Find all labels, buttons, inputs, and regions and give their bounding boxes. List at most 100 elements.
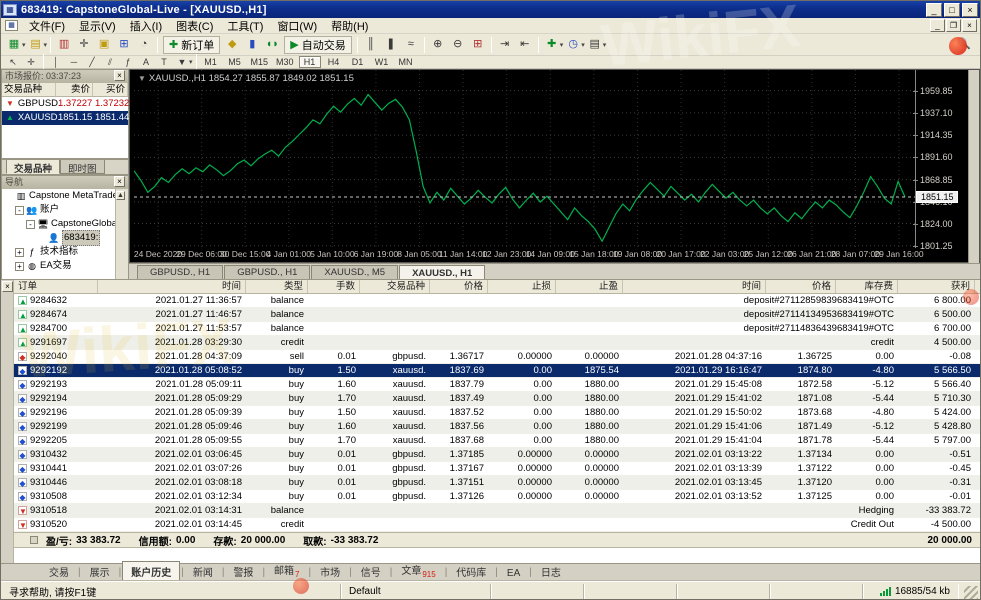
- scroll-up-icon[interactable]: ▲: [116, 191, 125, 200]
- column-header[interactable]: 止盈: [556, 280, 623, 293]
- minimize-button[interactable]: _: [926, 3, 942, 17]
- column-header[interactable]: 订单: [14, 280, 98, 293]
- history-row[interactable]: ▼93105182021.02.01 03:14:31balanceHedgin…: [14, 504, 980, 518]
- line-chart-icon[interactable]: ≈: [402, 36, 420, 53]
- market-watch-tab[interactable]: 交易品种: [6, 160, 60, 174]
- history-row[interactable]: ◆93104322021.02.01 03:06:45buy0.01gbpusd…: [14, 448, 980, 462]
- status-profile[interactable]: Default: [341, 584, 491, 599]
- zoom-out-icon[interactable]: ⊖: [449, 36, 467, 53]
- indicators-dropdown-icon[interactable]: ▾: [560, 41, 564, 49]
- data-window-icon[interactable]: ✛: [75, 36, 93, 53]
- history-row[interactable]: ▲92847002021.01.27 11:53:57balancedeposi…: [14, 322, 980, 336]
- fibonacci-icon[interactable]: ƒ: [120, 56, 136, 68]
- label-tool-icon[interactable]: T: [156, 56, 172, 68]
- chart-plot[interactable]: [134, 70, 919, 248]
- navigator-tree-item[interactable]: 👤683419:: [2, 231, 128, 245]
- periods-dropdown-icon[interactable]: ▾: [581, 41, 585, 49]
- navigator-icon[interactable]: ▣: [95, 36, 113, 53]
- terminal-tab-item[interactable]: EA: [499, 566, 528, 581]
- templates-icon[interactable]: ▤: [586, 36, 604, 53]
- history-row[interactable]: ◆92921942021.01.28 05:09:29buy1.70xauusd…: [14, 392, 980, 406]
- timeframe-button-m30[interactable]: M30: [273, 56, 297, 68]
- vertical-line-icon[interactable]: │: [48, 56, 64, 68]
- timeframe-button-w1[interactable]: W1: [371, 56, 393, 68]
- column-header[interactable]: 库存费: [836, 280, 898, 293]
- timeframe-button-m1[interactable]: M1: [200, 56, 222, 68]
- history-row[interactable]: ◆92921932021.01.28 05:09:11buy1.60xauusd…: [14, 378, 980, 392]
- cursor-icon[interactable]: ↖: [5, 56, 21, 68]
- zoom-in-icon[interactable]: ⊕: [429, 36, 447, 53]
- chart-tab[interactable]: XAUUSD., H1: [399, 265, 485, 280]
- time-axis[interactable]: 24 Dec 202029 Dec 06:0030 Dec 15:004 Jan…: [134, 248, 915, 260]
- navigator-tree-item[interactable]: +ƒ技术指标: [2, 245, 128, 259]
- market-watch-column-header[interactable]: 交易品种: [2, 83, 56, 96]
- navigator-tree-item[interactable]: +◍EA交易: [2, 259, 128, 273]
- arrows-dropdown-icon[interactable]: ▾: [189, 58, 193, 66]
- timeframe-button-mn[interactable]: MN: [395, 56, 417, 68]
- history-row[interactable]: ▲92916972021.01.28 03:29:30creditcredit4…: [14, 336, 980, 350]
- menu-item[interactable]: 图表(C): [169, 19, 220, 35]
- tree-expander-icon[interactable]: +: [15, 262, 24, 271]
- market-watch-icon[interactable]: ▥: [55, 36, 73, 53]
- mdi-restore-button[interactable]: ❐: [946, 19, 961, 32]
- collapse-icon[interactable]: [30, 536, 38, 544]
- publisher-icon[interactable]: ▮: [243, 36, 261, 53]
- history-row[interactable]: ◆92921922021.01.28 05:08:52buy1.50xauusd…: [14, 364, 980, 378]
- menu-item[interactable]: 窗口(W): [270, 19, 324, 35]
- profiles-icon[interactable]: ▤: [27, 36, 45, 53]
- mdi-minimize-button[interactable]: _: [930, 19, 945, 32]
- column-header[interactable]: 类型: [246, 280, 308, 293]
- terminal-tab-item[interactable]: 警报: [225, 562, 261, 581]
- chart-shift-icon[interactable]: ⇤: [516, 36, 534, 53]
- periods-icon[interactable]: ◷: [564, 36, 582, 53]
- column-header[interactable]: 价格: [766, 280, 836, 293]
- market-watch-tab[interactable]: 即时图: [60, 160, 105, 174]
- terminal-tab-item[interactable]: 文章915: [393, 560, 443, 581]
- chart-tab[interactable]: GBPUSD., H1: [137, 265, 223, 279]
- terminal-tab-item[interactable]: 展示: [82, 562, 118, 581]
- search-icon[interactable]: 🔍: [955, 36, 973, 53]
- history-row[interactable]: ◆92921962021.01.28 05:09:39buy1.50xauusd…: [14, 406, 980, 420]
- metaeditor-icon[interactable]: ◆: [223, 36, 241, 53]
- crosshair-icon[interactable]: ✛: [23, 56, 39, 68]
- terminal-tab-item[interactable]: 邮箱7: [266, 560, 307, 581]
- menu-item[interactable]: 帮助(H): [324, 19, 375, 35]
- bar-chart-icon[interactable]: ║: [362, 36, 380, 53]
- navigator-close-icon[interactable]: ×: [114, 176, 125, 187]
- history-row[interactable]: ◆93104412021.02.01 03:07:26buy0.01gbpusd…: [14, 462, 980, 476]
- timeframe-button-h1[interactable]: H1: [299, 56, 321, 68]
- market-watch-row[interactable]: ▼GBPUSD.1.372271.37232: [2, 97, 128, 111]
- navigator-tree-item[interactable]: -👥账户: [2, 203, 128, 217]
- menu-item[interactable]: 工具(T): [220, 19, 270, 35]
- terminal-tab-item[interactable]: 信号: [353, 562, 389, 581]
- candlestick-icon[interactable]: ❚: [382, 36, 400, 53]
- maximize-button[interactable]: □: [944, 3, 960, 17]
- terminal-tab-item[interactable]: 交易: [41, 562, 77, 581]
- terminal-tab-active[interactable]: 账户历史: [122, 561, 180, 581]
- trendline-icon[interactable]: ╱: [84, 56, 100, 68]
- close-button[interactable]: ×: [962, 3, 978, 17]
- alerts-icon[interactable]: ◖◗: [263, 36, 281, 53]
- timeframe-button-d1[interactable]: D1: [347, 56, 369, 68]
- history-row[interactable]: ◆93105082021.02.01 03:12:34buy0.01gbpusd…: [14, 490, 980, 504]
- column-header[interactable]: 价格: [430, 280, 488, 293]
- market-watch-column-header[interactable]: 卖价: [56, 83, 93, 96]
- history-row[interactable]: ▲92846742021.01.27 11:46:57balancedeposi…: [14, 308, 980, 322]
- strategy-tester-icon[interactable]: ◔: [135, 36, 153, 53]
- chart-expand-icon[interactable]: ▼: [138, 74, 146, 83]
- arrows-tool-icon[interactable]: ▼: [174, 56, 190, 68]
- market-watch-row[interactable]: ▲XAUUSD.1851.151851.44: [2, 111, 128, 125]
- chart-tab[interactable]: XAUUSD., M5: [311, 265, 398, 279]
- terminal-tab-item[interactable]: 代码库: [448, 562, 494, 581]
- resize-grip[interactable]: [964, 586, 978, 600]
- history-row[interactable]: ◆92922052021.01.28 05:09:55buy1.70xauusd…: [14, 434, 980, 448]
- new-chart-icon[interactable]: ▦: [5, 36, 23, 53]
- auto-scroll-icon[interactable]: ⇥: [496, 36, 514, 53]
- autotrade-button[interactable]: ▶ 自动交易: [284, 36, 351, 54]
- new-chart-dropdown-icon[interactable]: ▾: [22, 41, 26, 49]
- column-header[interactable]: 时间: [98, 280, 246, 293]
- mdi-close-button[interactable]: ×: [962, 19, 977, 32]
- price-axis[interactable]: 1959.851937.101914.351891.601868.851846.…: [915, 70, 967, 248]
- chart-tab[interactable]: GBPUSD., H1: [224, 265, 310, 279]
- history-row[interactable]: ◆92921992021.01.28 05:09:46buy1.60xauusd…: [14, 420, 980, 434]
